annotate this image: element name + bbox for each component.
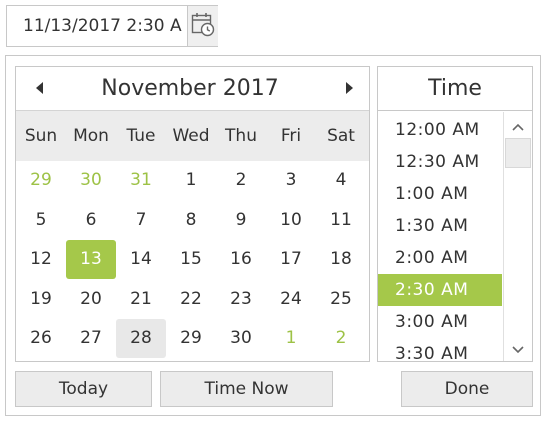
next-month-button[interactable] bbox=[329, 67, 369, 111]
weekday-label: Thu bbox=[225, 126, 257, 146]
time-scrollbar[interactable] bbox=[503, 112, 532, 361]
prev-month-button[interactable] bbox=[20, 67, 60, 111]
time-item[interactable]: 3:30 AM bbox=[378, 338, 502, 361]
calendar-day[interactable]: 11 bbox=[316, 201, 366, 240]
scroll-track[interactable] bbox=[504, 138, 532, 335]
weekday-label: Sun bbox=[24, 126, 58, 146]
time-list: 12:00 AM 12:30 AM 1:00 AM 1:30 AM 2:00 AM 2:3… bbox=[378, 114, 502, 361]
datetime-input[interactable] bbox=[7, 6, 183, 46]
calendar-day[interactable]: 19 bbox=[16, 280, 66, 319]
time-item[interactable]: 12:30 AM bbox=[378, 146, 502, 178]
calendar-day[interactable]: 29 bbox=[166, 319, 216, 358]
datetime-field bbox=[6, 5, 218, 47]
calendar-header: November 2017 bbox=[16, 67, 369, 111]
weekday-header-row: Sun Mon Tue Wed Thu Fri Sat bbox=[16, 111, 369, 161]
calendar-day[interactable]: 31 bbox=[116, 161, 166, 200]
calendar-day[interactable]: 5 bbox=[16, 201, 66, 240]
time-item[interactable]: 2:00 AM bbox=[378, 242, 502, 274]
calendar-day[interactable]: 26 bbox=[16, 319, 66, 358]
triangle-left-icon bbox=[35, 80, 45, 99]
calendar-day[interactable]: 18 bbox=[316, 240, 366, 279]
calendar-day[interactable]: 4 bbox=[316, 161, 366, 200]
done-button[interactable]: Done bbox=[401, 371, 533, 407]
time-panel: Time 12:00 AM 12:30 AM 1:00 AM 1:30 AM 2:00 … bbox=[377, 66, 533, 362]
scroll-down-button[interactable] bbox=[504, 335, 532, 361]
calendar-day[interactable]: 2 bbox=[316, 319, 366, 358]
day-grid: 29 30 31 1 2 3 4 5 6 7 8 9 10 11 12 13 14 15 16 17 18 19 20 21 2… bbox=[16, 161, 369, 361]
chevron-down-icon bbox=[512, 339, 524, 358]
calendar-day[interactable]: 16 bbox=[216, 240, 266, 279]
calendar-day[interactable]: 20 bbox=[66, 280, 116, 319]
calendar-day[interactable]: 28 bbox=[116, 319, 166, 358]
calendar-day[interactable]: 12 bbox=[16, 240, 66, 279]
weekday-label: Fri bbox=[280, 126, 302, 146]
calendar-day[interactable]: 14 bbox=[116, 240, 166, 279]
calendar: November 2017 Sun Mon Tue Wed Thu Fri Sa… bbox=[15, 66, 370, 362]
time-header: Time bbox=[378, 67, 532, 111]
weekday-label: Wed bbox=[172, 126, 210, 146]
time-now-button[interactable]: Time Now bbox=[160, 371, 333, 407]
time-item[interactable]: 1:30 AM bbox=[378, 210, 502, 242]
time-item[interactable]: 12:00 AM bbox=[378, 114, 502, 146]
calendar-day[interactable]: 25 bbox=[316, 280, 366, 319]
time-item[interactable]: 2:30 AM bbox=[378, 274, 502, 306]
calendar-clock-icon bbox=[190, 11, 216, 41]
calendar-day[interactable]: 8 bbox=[166, 201, 216, 240]
calendar-day[interactable]: 7 bbox=[116, 201, 166, 240]
calendar-day[interactable]: 1 bbox=[266, 319, 316, 358]
calendar-day[interactable]: 22 bbox=[166, 280, 216, 319]
time-item[interactable]: 3:00 AM bbox=[378, 306, 502, 338]
calendar-day[interactable]: 1 bbox=[166, 161, 216, 200]
weekday-label: Sat bbox=[327, 126, 355, 146]
calendar-day[interactable]: 24 bbox=[266, 280, 316, 319]
calendar-day[interactable]: 3 bbox=[266, 161, 316, 200]
datetime-popup: November 2017 Sun Mon Tue Wed Thu Fri Sa… bbox=[5, 55, 541, 416]
weekday-label: Mon bbox=[73, 126, 109, 146]
calendar-day[interactable]: 30 bbox=[216, 319, 266, 358]
today-button[interactable]: Today bbox=[15, 371, 152, 407]
scroll-thumb[interactable] bbox=[505, 138, 531, 168]
calendar-day[interactable]: 23 bbox=[216, 280, 266, 319]
time-item[interactable]: 1:00 AM bbox=[378, 178, 502, 210]
weekday-label: Tue bbox=[126, 126, 156, 146]
calendar-day[interactable]: 30 bbox=[66, 161, 116, 200]
triangle-right-icon bbox=[344, 80, 354, 99]
calendar-day[interactable]: 13 bbox=[66, 240, 116, 279]
calendar-day[interactable]: 17 bbox=[266, 240, 316, 279]
month-title[interactable]: November 2017 bbox=[60, 67, 320, 111]
calendar-day[interactable]: 9 bbox=[216, 201, 266, 240]
calendar-day[interactable]: 15 bbox=[166, 240, 216, 279]
calendar-day[interactable]: 27 bbox=[66, 319, 116, 358]
scroll-up-button[interactable] bbox=[504, 112, 532, 138]
calendar-day[interactable]: 29 bbox=[16, 161, 66, 200]
calendar-day[interactable]: 2 bbox=[216, 161, 266, 200]
calendar-day[interactable]: 21 bbox=[116, 280, 166, 319]
chevron-up-icon bbox=[512, 116, 524, 135]
calendar-day[interactable]: 10 bbox=[266, 201, 316, 240]
picker-toggle-button[interactable] bbox=[187, 6, 218, 46]
calendar-day[interactable]: 6 bbox=[66, 201, 116, 240]
